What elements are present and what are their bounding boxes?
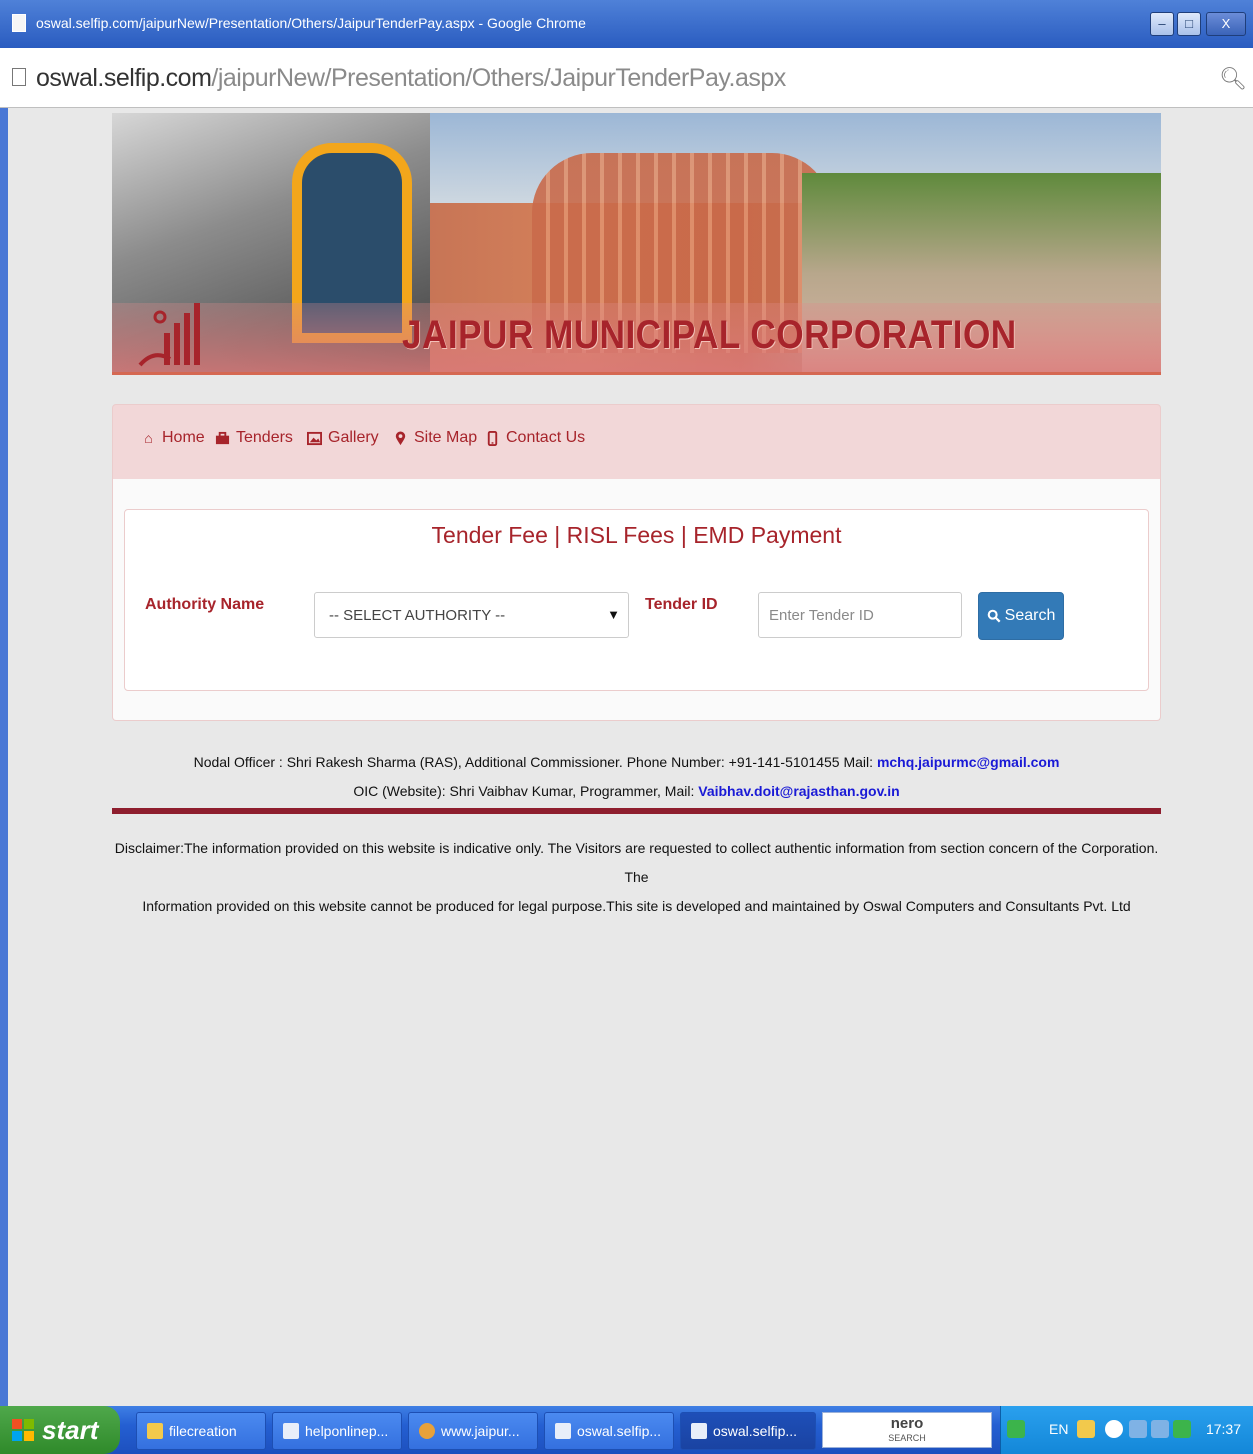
page-icon <box>12 14 26 32</box>
nav-item-label: Gallery <box>328 429 379 446</box>
url-text[interactable]: oswal.selfip.com/jaipurNew/Presentation/… <box>36 64 786 93</box>
header-banner: JAIPUR MUNICIPAL CORPORATION <box>112 113 1161 375</box>
taskbar-item-label: filecreation <box>169 1423 237 1439</box>
url-path: /jaipurNew/Presentation/Others/JaipurTen… <box>211 64 786 92</box>
dropdown-arrow-icon: ▼ <box>607 607 620 622</box>
document-icon <box>283 1423 299 1439</box>
taskbar: start filecreation helponlinep... www.ja… <box>0 1406 1253 1454</box>
oic-line: OIC (Website): Shri Vaibhav Kumar, Progr… <box>0 783 1253 799</box>
nav-item-home[interactable]: ⌂ Home <box>141 429 205 447</box>
map-marker-icon <box>395 430 406 445</box>
jmc-logo-icon <box>138 303 200 367</box>
close-button[interactable]: X <box>1206 12 1246 36</box>
nodal-officer-text: Nodal Officer : Shri Rakesh Sharma (RAS)… <box>193 754 877 770</box>
window-title: oswal.selfip.com/jaipurNew/Presentation/… <box>36 15 586 31</box>
briefcase-icon <box>215 431 230 444</box>
window-titlebar: oswal.selfip.com/jaipurNew/Presentation/… <box>0 0 1253 48</box>
taskbar-item[interactable]: oswal.selfip... <box>680 1412 816 1450</box>
disclaimer-line: Information provided on this website can… <box>142 898 1131 914</box>
nav-item-tenders[interactable]: Tenders <box>215 429 293 447</box>
taskbar-item[interactable]: helponlinep... <box>272 1412 402 1450</box>
system-tray: EN 17:37 <box>1000 1406 1253 1454</box>
nav-item-label: Home <box>162 429 205 446</box>
authority-name-label: Authority Name <box>145 596 265 613</box>
maximize-button[interactable]: □ <box>1177 12 1201 36</box>
chevron-left-icon[interactable] <box>1105 1420 1123 1438</box>
language-indicator[interactable]: EN <box>1049 1421 1068 1437</box>
folder-icon <box>147 1423 163 1439</box>
tender-id-input[interactable] <box>758 592 962 638</box>
authority-select[interactable]: -- SELECT AUTHORITY -- ▼ <box>314 592 629 638</box>
nero-search-label: SEARCH <box>888 1433 926 1443</box>
nav-item-label: Site Map <box>414 429 478 446</box>
taskbar-item[interactable]: oswal.selfip... <box>544 1412 674 1450</box>
picture-icon <box>307 431 322 445</box>
nero-logo: nero <box>890 1415 924 1432</box>
minimize-button[interactable]: – <box>1150 12 1174 36</box>
taskbar-item[interactable]: filecreation <box>136 1412 266 1450</box>
help-icon[interactable] <box>1077 1420 1095 1438</box>
oic-text: OIC (Website): Shri Vaibhav Kumar, Progr… <box>353 783 699 799</box>
nav-item-gallery[interactable]: Gallery <box>307 429 379 447</box>
page-icon <box>555 1423 571 1439</box>
nodal-email-link[interactable]: mchq.jaipurmc@gmail.com <box>877 754 1059 770</box>
search-button-label: Search <box>1004 607 1056 624</box>
start-button[interactable]: start <box>0 1406 120 1454</box>
disclaimer-line: Disclaimer:The information provided on t… <box>114 840 1159 885</box>
home-icon: ⌂ <box>144 429 153 446</box>
url-host: oswal.selfip.com <box>36 64 212 92</box>
nav-item-site-map[interactable]: Site Map <box>393 429 477 447</box>
taskbar-item-label: helponlinep... <box>305 1423 389 1439</box>
form-heading: Tender Fee | RISL Fees | EMD Payment <box>431 522 842 548</box>
phone-icon <box>487 430 498 446</box>
nero-search-box[interactable]: nero SEARCH <box>822 1412 992 1448</box>
search-button[interactable]: Search <box>978 592 1064 640</box>
payment-form-panel: Tender Fee | RISL Fees | EMD Payment Aut… <box>124 509 1149 691</box>
arrow-icon[interactable] <box>1007 1420 1025 1438</box>
chrome-icon <box>419 1423 435 1439</box>
clock: 17:37 <box>1205 1421 1241 1437</box>
taskbar-item-label: oswal.selfip... <box>713 1423 798 1439</box>
disclaimer: Disclaimer:The information provided on t… <box>112 834 1161 921</box>
nav-item-contact-us[interactable]: Contact Us <box>485 429 585 447</box>
banner-title: JAIPUR MUNICIPAL CORPORATION <box>402 313 1017 357</box>
network-icon[interactable] <box>1151 1420 1169 1438</box>
nav-item-label: Tenders <box>236 429 293 446</box>
app-q-icon[interactable] <box>1173 1420 1191 1438</box>
tender-id-label: Tender ID <box>645 596 718 613</box>
taskbar-item-label: oswal.selfip... <box>577 1423 662 1439</box>
nav-item-label: Contact Us <box>506 429 586 446</box>
windows-logo-icon <box>12 1419 34 1441</box>
page-icon <box>691 1423 707 1439</box>
oic-email-link[interactable]: Vaibhav.doit@rajasthan.gov.in <box>698 783 899 799</box>
authority-select-value: -- SELECT AUTHORITY -- <box>329 607 506 624</box>
start-label: start <box>42 1414 99 1445</box>
search-icon[interactable]: 🔍︎ <box>1219 66 1247 92</box>
nodal-officer-line: Nodal Officer : Shri Rakesh Sharma (RAS)… <box>0 754 1253 770</box>
taskbar-item-label: www.jaipur... <box>441 1423 520 1439</box>
footer-divider <box>112 808 1161 814</box>
page-icon <box>12 68 26 86</box>
taskbar-item[interactable]: www.jaipur... <box>408 1412 538 1450</box>
search-icon <box>987 609 1001 623</box>
address-bar[interactable]: oswal.selfip.com/jaipurNew/Presentation/… <box>0 48 1253 108</box>
main-nav: ⌂ Home Tenders Gallery Site Map Contact … <box>112 404 1161 480</box>
network-icon[interactable] <box>1129 1420 1147 1438</box>
